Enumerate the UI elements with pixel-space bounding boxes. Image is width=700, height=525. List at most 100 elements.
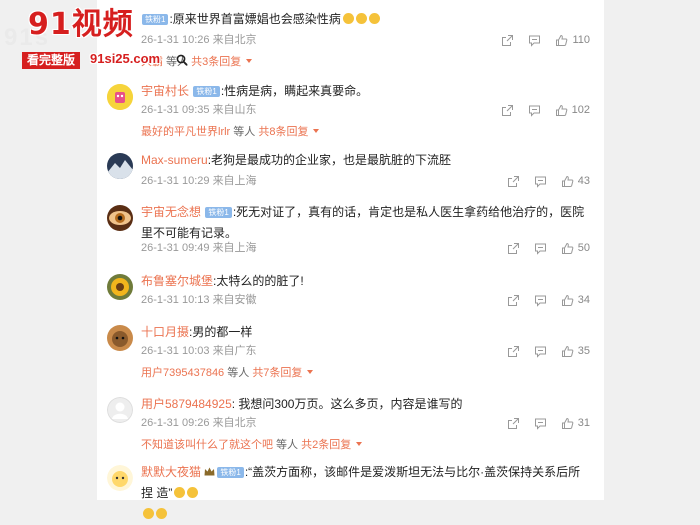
like-button[interactable]: 102 <box>555 104 590 117</box>
comment-actions: 43 <box>493 173 590 189</box>
comment-text: :性病是病，瞒起来真要命。 <box>220 84 369 98</box>
like-button[interactable]: 34 <box>561 294 590 307</box>
share-icon <box>507 345 519 357</box>
share-icon <box>507 417 519 429</box>
like-button[interactable]: 31 <box>561 417 590 430</box>
comment-actions: 102 <box>487 102 590 118</box>
comment-location: 来自山东 <box>212 104 257 116</box>
crown-icon <box>204 467 215 476</box>
fan-badge: 铁粉1 <box>217 467 244 478</box>
avatar[interactable] <box>107 205 133 231</box>
chevron-down-icon <box>313 129 320 133</box>
comment-location: 来自上海 <box>212 242 257 254</box>
share-button[interactable] <box>507 417 520 430</box>
comment-actions: 110 <box>487 32 590 48</box>
thumb-up-icon <box>556 34 568 46</box>
comment-date: 26-1-31 09:26 <box>141 417 210 429</box>
user-name[interactable]: 十口月摄 <box>141 325 189 339</box>
avatar[interactable] <box>107 153 133 179</box>
comment-location: 来自安徽 <box>212 294 257 306</box>
like-button[interactable]: 43 <box>561 175 590 188</box>
thumb-up-icon <box>555 104 567 116</box>
like-count: 31 <box>577 417 590 429</box>
like-button[interactable]: 35 <box>561 345 590 358</box>
comment-meta: 26-1-31 10:13 来自安徽 <box>141 293 257 307</box>
reply-button[interactable] <box>534 242 547 255</box>
comment-location: 来自北京 <box>212 417 257 429</box>
laugh-emoji-icon <box>342 13 354 24</box>
watermark-tag: 看完整版 <box>22 52 81 69</box>
comment-date: 26-1-31 09:35 <box>141 104 210 116</box>
user-name[interactable]: 宇宙无念想 <box>141 205 201 219</box>
comment-meta: 26-1-31 09:26 来自北京 <box>141 416 257 430</box>
comment-location: 来自上海 <box>212 175 257 187</box>
comment-actions: 50 <box>493 240 590 256</box>
reply-count-link[interactable]: 共2条回复 <box>301 439 351 451</box>
reply-button[interactable] <box>528 34 541 47</box>
like-count: 102 <box>571 104 590 116</box>
chevron-down-icon <box>246 59 253 63</box>
comment-icon <box>534 176 546 188</box>
user-name[interactable]: 用户5879484925 <box>141 397 232 411</box>
avatar[interactable] <box>107 325 133 351</box>
avatar[interactable] <box>107 274 133 300</box>
reply-user-link[interactable]: 用户7395437846 <box>141 367 224 379</box>
laugh-emoji-icon <box>355 13 367 24</box>
comment-date: 26-1-31 09:49 <box>141 242 210 254</box>
comment-icon <box>534 346 546 358</box>
share-icon <box>501 104 513 116</box>
emoji-icon <box>174 487 186 498</box>
watermark-title: 91视频 <box>28 7 134 42</box>
fan-badge: 铁粉1 <box>205 207 232 218</box>
avatar[interactable] <box>107 84 133 110</box>
user-name[interactable]: Max-sumeru <box>141 153 208 167</box>
share-button[interactable] <box>507 294 520 307</box>
reply-button[interactable] <box>534 294 547 307</box>
share-icon <box>507 294 519 306</box>
avatar[interactable] <box>107 465 133 491</box>
avatar[interactable] <box>107 397 133 423</box>
reply-summary[interactable]: 最好的平凡世界lrlr 等人 共8条回复 <box>141 125 320 139</box>
like-button[interactable]: 50 <box>561 242 590 255</box>
reply-button[interactable] <box>534 417 547 430</box>
comment-icon <box>529 35 541 47</box>
emoji-icon <box>156 508 167 519</box>
comment-text: :太特么的的脏了! <box>213 274 304 288</box>
like-count: 43 <box>577 175 590 187</box>
reply-count-link[interactable]: 共8条回复 <box>258 126 308 138</box>
comment-meta: 26-1-31 10:29 来自上海 <box>141 174 257 188</box>
comment-location: 来自广东 <box>212 345 257 357</box>
share-icon <box>502 34 514 46</box>
share-button[interactable] <box>507 345 520 358</box>
user-name[interactable]: 默默大夜猫 <box>141 465 201 479</box>
chevron-down-icon <box>356 442 363 446</box>
share-icon <box>507 242 519 254</box>
reply-button[interactable] <box>528 104 541 117</box>
reply-count-link[interactable]: 共7条回复 <box>252 367 302 379</box>
share-icon <box>507 175 519 187</box>
share-button[interactable] <box>501 104 514 117</box>
reply-user-link[interactable]: 最好的平凡世界lrlr <box>141 126 230 138</box>
comment-icon <box>534 295 546 307</box>
like-button[interactable]: 110 <box>555 34 590 47</box>
reply-summary[interactable]: 用户7395437846 等人 共7条回复 <box>141 366 314 380</box>
comment-meta: 26-1-31 09:35 来自山东 <box>141 103 257 117</box>
share-button[interactable] <box>501 34 514 47</box>
reply-summary[interactable]: 不知道该叫什么了就这个吧 等人 共2条回复 <box>141 438 363 452</box>
emoji-icon <box>143 508 154 519</box>
comment-meta: 26-1-31 09:49 来自上海 <box>141 241 257 255</box>
user-name[interactable]: 布鲁塞尔城堡 <box>141 274 213 288</box>
reply-user-link[interactable]: 不知道该叫什么了就这个吧 <box>141 439 273 451</box>
like-count: 34 <box>577 294 590 306</box>
laugh-emoji-icon <box>368 13 380 24</box>
comment-actions: 35 <box>493 343 590 359</box>
comment-actions: 34 <box>493 292 590 308</box>
share-button[interactable] <box>507 175 520 188</box>
comment-actions: 31 <box>493 415 590 431</box>
thumb-up-icon <box>561 175 574 187</box>
reply-button[interactable] <box>534 175 547 188</box>
comment-location: 来自北京 <box>212 34 257 46</box>
reply-button[interactable] <box>534 345 547 358</box>
user-name[interactable]: 宇宙村长 <box>141 84 189 98</box>
share-button[interactable] <box>507 242 520 255</box>
